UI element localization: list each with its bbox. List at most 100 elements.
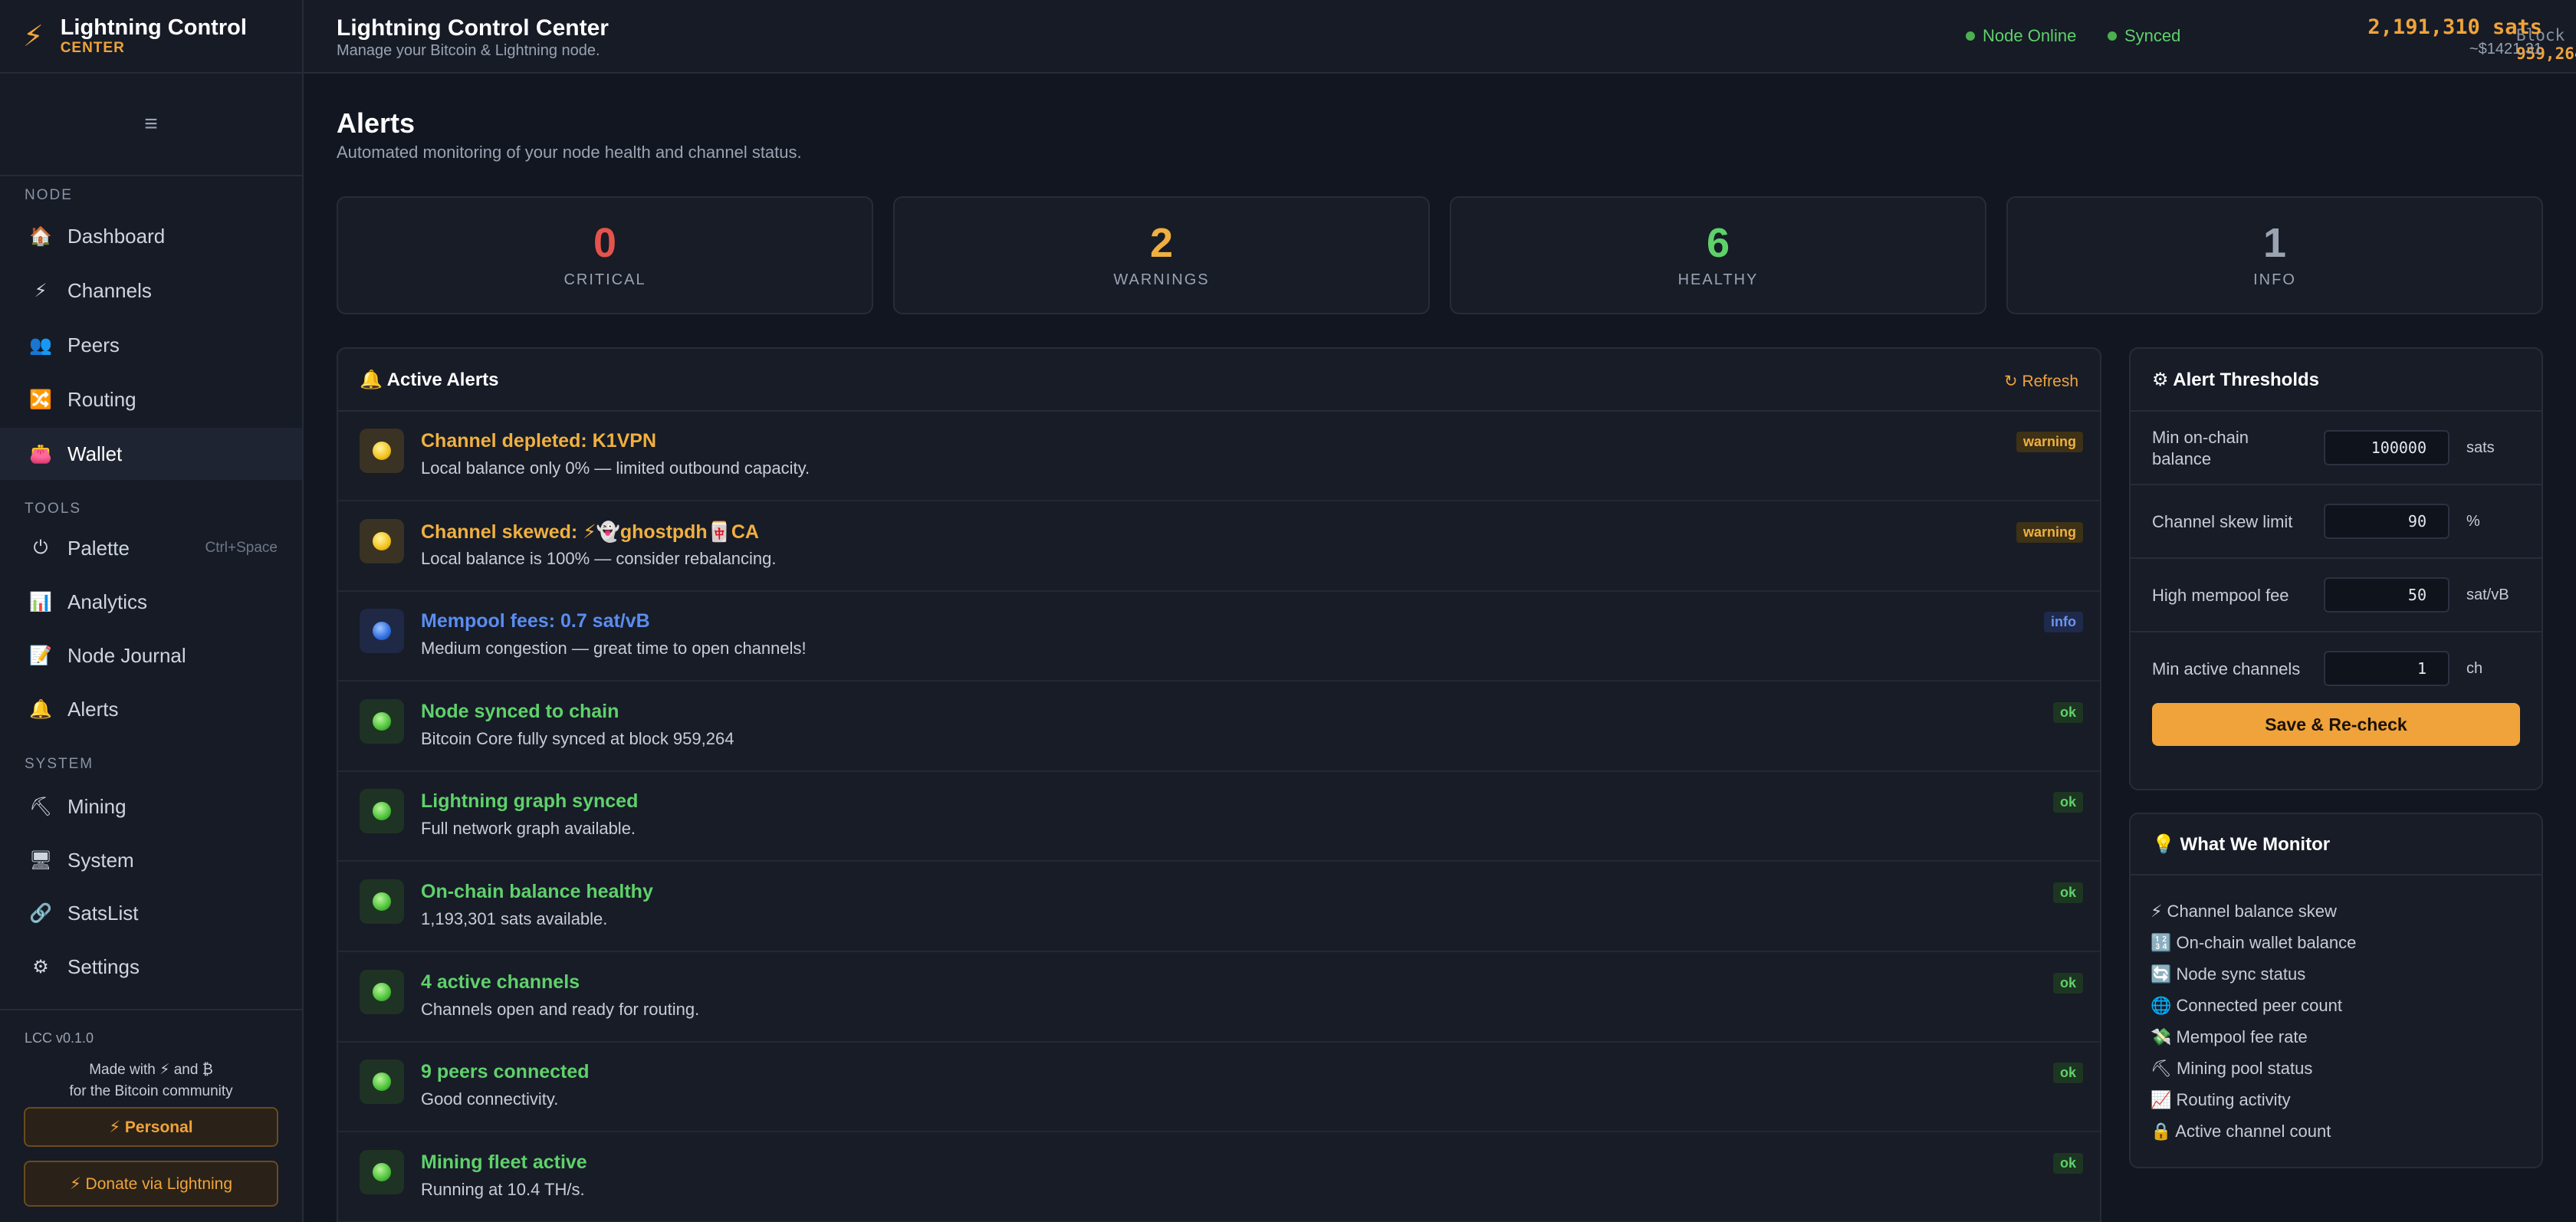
- alert-title: Mempool fees: 0.7 sat/vB: [421, 610, 650, 632]
- status-orb: [373, 1162, 391, 1181]
- alert-row[interactable]: Node synced to chain Bitcoin Core fully s…: [338, 682, 2100, 772]
- balance-usd: ~$1421.31: [2469, 41, 2542, 57]
- sidebar-item-label: Analytics: [67, 590, 148, 613]
- pickaxe-icon: ⛏: [29, 796, 53, 817]
- lightning-bolt-icon: ⚡: [23, 20, 44, 53]
- keyboard-shortcut: Ctrl+Space: [205, 540, 278, 556]
- monitor-item: 🔄 Node sync status: [2150, 964, 2306, 984]
- made-line-1: Made with ⚡ and ₿: [89, 1062, 213, 1078]
- alert-description: Local balance only 0% — limited outbound…: [421, 458, 810, 478]
- brand-title: Lightning Control: [60, 15, 247, 40]
- stat-value: 6: [1706, 220, 1730, 266]
- status-orb-icon: [360, 698, 404, 744]
- alert-row[interactable]: Lightning graph synced Full network graph…: [338, 772, 2100, 862]
- alert-title: Mining fleet active: [421, 1151, 587, 1173]
- sidebar-item-settings[interactable]: ⚙ Settings: [0, 941, 302, 993]
- threshold-unit: sat/vB: [2466, 586, 2509, 603]
- sidebar-item-label: Settings: [67, 954, 140, 978]
- threshold-label: Channel skew limit: [2152, 512, 2293, 531]
- gear-icon: ⚙: [32, 956, 49, 977]
- donate-button[interactable]: ⚡ Donate via Lightning: [24, 1161, 278, 1207]
- alert-row[interactable]: Channel skewed: ⚡👻ghostpdh🀄CA Local balan…: [338, 502, 2100, 592]
- status-orb: [373, 1073, 391, 1092]
- sidebar-item-label: Alerts: [67, 697, 119, 721]
- alert-row[interactable]: Mining fleet active Running at 10.4 TH/s.…: [338, 1133, 2100, 1222]
- threshold-row-skew: Channel skew limit 90 %: [2131, 485, 2542, 559]
- alert-row[interactable]: On-chain balance healthy 1,193,301 sats a…: [338, 862, 2100, 952]
- sidebar-item-label: Routing: [67, 387, 136, 411]
- alert-description: Channels open and ready for routing.: [421, 999, 700, 1019]
- version-label: LCC v0.1.0: [25, 1030, 94, 1046]
- what-we-monitor-panel: 💡 What We Monitor ⚡ Channel balance skew…: [2129, 813, 2543, 1168]
- made-line-2: for the Bitcoin community: [69, 1083, 233, 1099]
- high-mempool-fee-input[interactable]: 50: [2324, 577, 2450, 613]
- bar-chart-icon: 📊: [29, 591, 52, 613]
- save-recheck-button[interactable]: Save & Re-check: [2152, 703, 2520, 746]
- alert-severity-badge: ok: [2052, 1063, 2083, 1084]
- channel-skew-limit-input[interactable]: 90: [2324, 504, 2450, 539]
- sidebar: ⚡ Lightning Control CENTER ≡ NODE 🏠 Dash…: [0, 0, 304, 1222]
- refresh-button[interactable]: ↻ Refresh: [2004, 372, 2078, 391]
- sidebar-item-label: Node Journal: [67, 643, 186, 667]
- threshold-unit: sats: [2466, 439, 2495, 456]
- stat-label: HEALTHY: [1677, 271, 1759, 288]
- personal-button[interactable]: ⚡ Personal: [24, 1107, 278, 1147]
- sidebar-item-system[interactable]: 🖥 System: [0, 834, 302, 886]
- link-icon: 🔗: [29, 902, 52, 924]
- sidebar-item-wallet[interactable]: 👛 Wallet: [0, 428, 302, 480]
- sidebar-item-routing[interactable]: 🔀 Routing: [0, 373, 302, 425]
- alert-title: Lightning graph synced: [421, 790, 639, 813]
- alert-row[interactable]: 4 active channels Channels open and ready…: [338, 953, 2100, 1043]
- status-orb-icon: [360, 1149, 404, 1194]
- alert-row[interactable]: Mempool fees: 0.7 sat/vB Medium congestio…: [338, 592, 2100, 682]
- alert-severity-badge: ok: [2052, 882, 2083, 903]
- brand[interactable]: ⚡ Lightning Control CENTER: [0, 0, 302, 74]
- brand-subtitle: CENTER: [60, 40, 125, 56]
- app-subtitle: Manage your Bitcoin & Lightning node.: [337, 42, 600, 59]
- min-onchain-balance-input[interactable]: 100000: [2324, 430, 2450, 465]
- threshold-label-line1: Min on-chain: [2152, 428, 2249, 447]
- status-orb-icon: [360, 429, 404, 473]
- sidebar-item-alerts[interactable]: 🔔 Alerts: [0, 683, 302, 735]
- status-orb-icon: [360, 789, 404, 834]
- purse-icon: 👛: [29, 443, 52, 465]
- sidebar-footer: LCC v0.1.0 Made with ⚡ and ₿ for the Bit…: [0, 1009, 302, 1222]
- alert-row[interactable]: 9 peers connected Good connectivity. ok: [338, 1043, 2100, 1133]
- min-active-channels-input[interactable]: 1: [2324, 651, 2450, 686]
- alert-thresholds-title: ⚙ Alert Thresholds: [2131, 349, 2542, 412]
- menu-toggle-icon[interactable]: ≡: [0, 74, 302, 176]
- sidebar-item-channels[interactable]: ⚡ Channels: [0, 264, 302, 317]
- status-orb: [373, 982, 391, 1001]
- sidebar-item-label: Wallet: [67, 442, 123, 465]
- alert-severity-badge: warning: [2016, 521, 2083, 543]
- bell-icon: 🔔: [29, 698, 52, 720]
- alert-severity-badge: warning: [2016, 432, 2083, 452]
- status-orb: [373, 442, 391, 460]
- shuffle-icon: 🔀: [29, 389, 52, 410]
- sidebar-item-label: SatsList: [67, 901, 139, 925]
- status-orb: [373, 531, 391, 550]
- memo-icon: 📝: [29, 645, 52, 666]
- monitor-icon: 🖥: [29, 849, 53, 871]
- threshold-row-channels: Min active channels 1 ch: [2131, 632, 2542, 706]
- sidebar-item-node-journal[interactable]: 📝 Node Journal: [0, 629, 302, 682]
- sidebar-item-palette[interactable]: ⏻ Palette Ctrl+Space: [0, 522, 302, 574]
- monitor-item: 🌐 Connected peer count: [2150, 996, 2342, 1015]
- sidebar-item-dashboard[interactable]: 🏠 Dashboard: [0, 210, 302, 262]
- sidebar-item-mining[interactable]: ⛏ Mining: [0, 780, 302, 833]
- alert-severity-badge: info: [2044, 612, 2083, 633]
- sidebar-item-analytics[interactable]: 📊 Analytics: [0, 576, 302, 628]
- what-we-monitor-title: 💡 What We Monitor: [2131, 814, 2542, 875]
- stat-card-warnings: 2 WARNINGS: [893, 196, 1430, 314]
- monitor-item: 💸 Mempool fee rate: [2150, 1027, 2308, 1046]
- stat-value: 1: [2262, 220, 2287, 266]
- status-orb: [373, 892, 391, 911]
- alert-description: Local balance is 100% — consider rebalan…: [421, 548, 777, 568]
- sidebar-item-peers[interactable]: 👥 Peers: [0, 319, 302, 371]
- sidebar-item-satslist[interactable]: 🔗 SatsList: [0, 887, 302, 939]
- alert-row[interactable]: Channel depleted: K1VPN Local balance onl…: [338, 412, 2100, 501]
- status-orb-icon: [360, 518, 404, 563]
- threshold-label: High mempool fee: [2152, 586, 2289, 605]
- balance-sats: 2,191,310 sats: [2367, 15, 2542, 39]
- status-dot-icon: [2108, 31, 2117, 41]
